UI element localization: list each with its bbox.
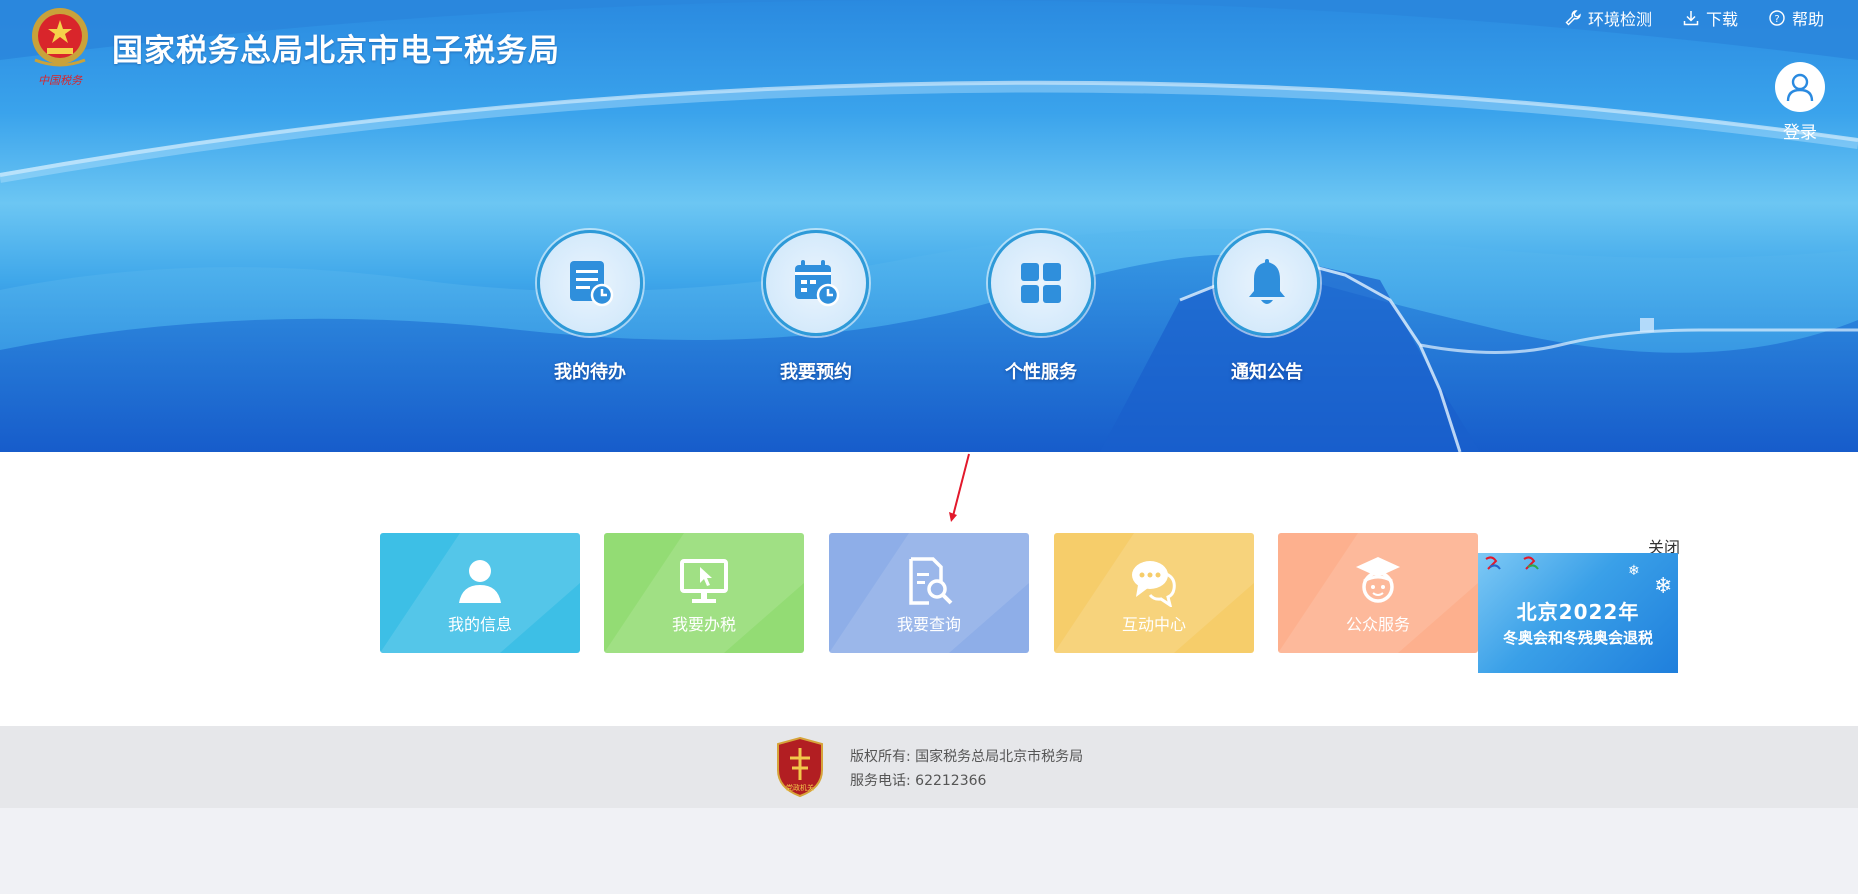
footer-phone: 服务电话: 62212366 (850, 773, 987, 789)
quick-entry-label: 个性服务 (1005, 362, 1077, 383)
help-icon: ? (1769, 10, 1785, 26)
environment-check-link[interactable]: 环境检测 (1564, 6, 1652, 30)
document-search-icon (909, 557, 953, 605)
banner-subtitle: 冬奥会和冬残奥会退税 (1502, 629, 1653, 647)
calendar-icon (795, 260, 840, 307)
quick-entry-appointment[interactable]: 我要预约 (751, 230, 881, 384)
quick-entry-personal-service[interactable]: 个性服务 (976, 230, 1106, 384)
footer: 党政机关 版权所有: 国家税务总局北京市税务局 服务电话: 62212366 (0, 726, 1858, 808)
environment-check-label: 环境检测 (1587, 10, 1652, 29)
tile-interaction-center[interactable]: 互动中心 (1054, 533, 1254, 653)
quick-entry-ring (537, 230, 643, 336)
quick-entry-label: 我的待办 (554, 362, 626, 383)
quick-entry-ring (1214, 230, 1320, 336)
quick-entry-todo[interactable]: 我的待办 (525, 230, 655, 384)
national-emblem-icon: 中国税务 (32, 8, 88, 87)
tile-label: 公众服务 (1345, 615, 1410, 634)
svg-text:中国税务: 中国税务 (38, 74, 83, 87)
tile-public-service[interactable]: 公众服务 (1278, 533, 1478, 653)
wrench-icon (1565, 10, 1581, 26)
download-icon (1683, 11, 1699, 26)
quick-entry-label: 我要预约 (780, 362, 852, 383)
tile-label: 互动中心 (1121, 615, 1186, 634)
banner-title: 北京2022年 (1516, 600, 1640, 624)
help-label: 帮助 (1791, 10, 1824, 29)
site-title: 国家税务总局北京市电子税务局 (112, 33, 560, 69)
top-links: 环境检测 下载 ? 帮助 (1564, 6, 1824, 30)
svg-text:?: ? (1774, 14, 1779, 25)
user-icon (1786, 73, 1814, 102)
page-bottom (0, 808, 1858, 894)
login-label: 登录 (1783, 123, 1817, 143)
tile-label: 我的信息 (447, 615, 512, 634)
svg-text:❄: ❄ (1628, 563, 1640, 579)
monitor-icon (680, 559, 728, 603)
svg-text:❄: ❄ (1654, 574, 1672, 593)
grid-icon (1021, 263, 1061, 303)
quick-entry-ring (763, 230, 869, 336)
tile-tax-handling[interactable]: 我要办税 (604, 533, 804, 653)
bell-icon (1249, 259, 1285, 304)
banner-close-button[interactable]: 关闭 (1640, 534, 1680, 557)
quick-entry-ring (988, 230, 1094, 336)
login-button[interactable]: 登录 (1774, 62, 1826, 143)
tile-label: 我要查询 (896, 615, 961, 634)
tile-my-info[interactable]: 我的信息 (380, 533, 580, 653)
help-link[interactable]: ? 帮助 (1768, 6, 1824, 30)
download-link[interactable]: 下载 (1682, 6, 1738, 30)
olympic-logos-icon: ❄ ❄ (1485, 556, 1672, 593)
tile-query[interactable]: 我要查询 (829, 533, 1029, 653)
hero-banner: 中国税务 国家税务总局北京市电子税务局 环境检测 下载 ? 帮助 登录 我的待办… (0, 0, 1858, 452)
quick-entry-label: 通知公告 (1231, 362, 1303, 383)
annotation-arrow (949, 453, 970, 522)
quick-entry-notices[interactable]: 通知公告 (1202, 230, 1332, 384)
todo-list-icon (570, 261, 614, 307)
government-badge-icon: 党政机关 (777, 736, 823, 798)
tile-label: 我要办税 (671, 615, 736, 634)
footer-copyright: 版权所有: 国家税务总局北京市税务局 (850, 749, 1084, 765)
user-icon (459, 560, 501, 603)
service-section: 我的信息 我要办税 我要查询 互动中心 公众服务 关闭 ❄ ❄ 北京2022年 … (0, 452, 1858, 726)
graduate-icon (1356, 557, 1400, 603)
chat-icon (1132, 561, 1176, 607)
svg-text:党政机关: 党政机关 (786, 783, 814, 792)
winter-olympics-banner[interactable]: ❄ ❄ 北京2022年 冬奥会和冬残奥会退税 (1478, 553, 1678, 673)
login-avatar (1775, 62, 1825, 112)
download-label: 下载 (1705, 10, 1738, 29)
